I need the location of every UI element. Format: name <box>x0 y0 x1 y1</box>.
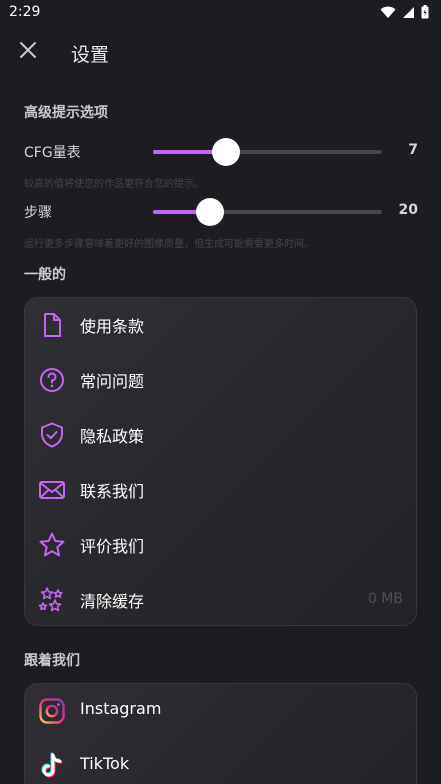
menu-item-contact[interactable]: 联系我们 <box>25 463 418 518</box>
cfg-label: CFG量表 <box>24 145 81 161</box>
question-icon <box>40 368 64 392</box>
document-icon <box>44 313 61 337</box>
menu-item-label: 评价我们 <box>80 537 145 556</box>
signal-icon <box>403 6 414 18</box>
mail-icon <box>39 481 65 499</box>
social-item-tiktok[interactable]: TikTok <box>25 739 418 784</box>
close-icon <box>20 42 36 58</box>
shield-icon <box>41 422 63 448</box>
instagram-icon <box>39 698 65 724</box>
steps-slider[interactable] <box>153 198 382 226</box>
menu-item-label: 使用条款 <box>80 317 145 336</box>
cfg-slider-row: CFG量表 7 <box>24 136 418 166</box>
general-card: 使用条款 常问问题 隐私政策 联系我们 评价我们 清除缓存 0 MB <box>24 297 417 626</box>
steps-slider-row: 步骤 20 <box>24 196 418 226</box>
cfg-hint: 较高的值将使您的作品更符合您的提示。 <box>24 179 204 190</box>
cfg-slider[interactable] <box>153 138 382 166</box>
menu-item-label: 常问问题 <box>80 372 145 391</box>
menu-item-label: 隐私政策 <box>80 427 145 446</box>
sparkle-stars-icon <box>38 587 63 612</box>
battery-icon <box>421 5 429 19</box>
menu-item-label: 清除缓存 <box>80 592 145 611</box>
steps-slider-thumb[interactable] <box>196 198 225 226</box>
top-bar: 设置 <box>0 26 441 78</box>
menu-item-privacy[interactable]: 隐私政策 <box>25 408 418 463</box>
social-item-instagram[interactable]: Instagram <box>25 684 418 739</box>
status-bar: 2:29 <box>0 0 441 26</box>
steps-hint: 运行更多步骤意味着更好的图像质量，但生成可能需要更多时间。 <box>24 239 314 250</box>
status-icons <box>380 5 429 19</box>
menu-item-faq[interactable]: 常问问题 <box>25 353 418 408</box>
tiktok-icon <box>41 752 63 778</box>
section-title-advanced: 高级提示选项 <box>24 105 108 121</box>
section-title-general: 一般的 <box>24 267 66 283</box>
close-button[interactable] <box>14 36 42 64</box>
follow-card: Instagram TikTok <box>24 683 417 784</box>
social-item-label: TikTok <box>80 754 130 773</box>
social-item-label: Instagram <box>80 699 162 718</box>
steps-value: 20 <box>398 202 418 218</box>
cfg-slider-thumb[interactable] <box>212 138 241 166</box>
steps-label: 步骤 <box>24 205 52 221</box>
menu-item-clear-cache[interactable]: 清除缓存 0 MB <box>25 573 418 628</box>
wifi-icon <box>380 6 396 18</box>
menu-item-terms[interactable]: 使用条款 <box>25 298 418 353</box>
menu-item-label: 联系我们 <box>80 482 145 501</box>
star-icon <box>39 532 65 557</box>
status-time: 2:29 <box>9 4 41 20</box>
menu-item-rate[interactable]: 评价我们 <box>25 518 418 573</box>
section-title-follow: 跟着我们 <box>24 653 80 669</box>
page-title: 设置 <box>71 44 110 66</box>
cache-size: 0 MB <box>367 591 403 607</box>
cfg-value: 7 <box>408 142 418 158</box>
